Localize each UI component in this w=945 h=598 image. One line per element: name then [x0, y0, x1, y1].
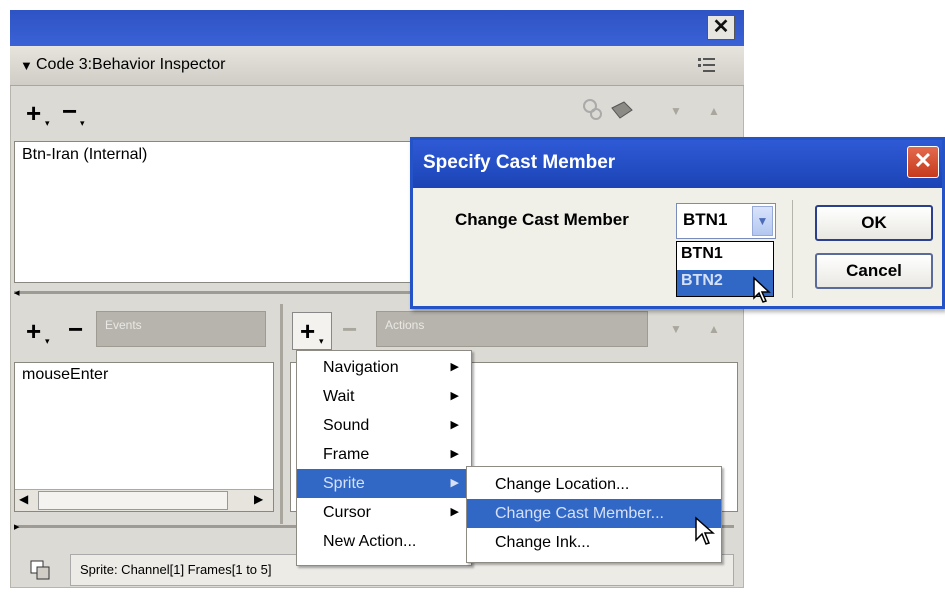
script-tools-icon[interactable]	[580, 96, 636, 126]
chevron-down-icon[interactable]: ▼	[752, 206, 773, 236]
add-behavior-dropdown-icon[interactable]: ▾	[45, 118, 50, 129]
action-move-up-icon[interactable]: ▲	[708, 322, 720, 336]
menu-item-new-action[interactable]: New Action...	[297, 527, 471, 556]
behavior-list-item[interactable]: Btn-Iran (Internal)	[22, 146, 147, 164]
window-titlebar[interactable]	[10, 10, 744, 46]
menu-item-sprite[interactable]: Sprite ▶	[297, 469, 471, 498]
inspector-title: Code 3:Behavior Inspector	[36, 56, 226, 73]
ok-button[interactable]: OK	[815, 205, 933, 241]
menu-options-icon[interactable]	[696, 54, 720, 76]
dialog-title[interactable]: Specify Cast Member	[413, 140, 942, 188]
sprite-icon[interactable]	[28, 558, 56, 584]
menu-item-wait[interactable]: Wait ▶	[297, 382, 471, 411]
move-up-icon[interactable]: ▲	[708, 104, 720, 118]
remove-behavior-icon[interactable]: −	[62, 98, 77, 124]
events-list-item[interactable]: mouseEnter	[22, 366, 108, 384]
pane-splitter[interactable]	[14, 291, 434, 294]
add-event-dropdown-icon[interactable]: ▾	[45, 336, 50, 347]
cast-member-label: Change Cast Member	[455, 210, 629, 229]
status-text: Sprite: Channel[1] Frames[1 to 5]	[80, 562, 272, 577]
submenu-item-change-ink[interactable]: Change Ink...	[467, 528, 721, 557]
submenu-arrow-icon: ▶	[450, 390, 459, 402]
submenu-arrow-icon: ▶	[450, 448, 459, 460]
add-action-icon: +	[300, 316, 316, 346]
menu-item-sound[interactable]: Sound ▶	[297, 411, 471, 440]
scroll-thumb[interactable]	[38, 491, 228, 510]
action-move-down-icon[interactable]: ▼	[670, 322, 682, 336]
dialog-close-button[interactable]: ✕	[907, 146, 939, 178]
pointer-cursor-icon	[694, 516, 718, 548]
remove-event-icon[interactable]: −	[68, 316, 83, 342]
collapse-triangle-icon[interactable]: ▼	[20, 58, 33, 73]
window-close-button[interactable]: ✕	[707, 15, 735, 40]
submenu-arrow-icon: ▶	[450, 477, 459, 489]
remove-action-icon[interactable]: −	[342, 316, 357, 342]
sprite-submenu-items: Change Location... Change Cast Member...…	[467, 470, 721, 557]
submenu-arrow-icon: ▶	[450, 361, 459, 373]
submenu-arrow-icon: ▶	[450, 506, 459, 518]
submenu-arrow-icon: ▶	[450, 419, 459, 431]
events-header: Events	[96, 311, 266, 347]
add-action-dropdown-icon: ▾	[319, 336, 324, 346]
menu-item-frame[interactable]: Frame ▶	[297, 440, 471, 469]
mouse-cursor-icon	[752, 276, 774, 304]
dialog-separator	[792, 200, 793, 298]
submenu-item-change-cast-member[interactable]: Change Cast Member...	[467, 499, 721, 528]
vertical-splitter[interactable]	[280, 304, 283, 524]
option-btn1[interactable]: BTN1	[677, 243, 773, 269]
cancel-button[interactable]: Cancel	[815, 253, 933, 289]
add-behavior-icon[interactable]: +	[26, 100, 41, 126]
remove-behavior-dropdown-icon[interactable]: ▾	[80, 118, 85, 129]
menu-item-navigation[interactable]: Navigation ▶	[297, 353, 471, 382]
splitter-arrow-icon[interactable]: ◂	[14, 286, 20, 299]
menu-item-cursor[interactable]: Cursor ▶	[297, 498, 471, 527]
submenu-item-change-location[interactable]: Change Location...	[467, 470, 721, 499]
action-menu-items: Navigation ▶ Wait ▶ Sound ▶ Frame ▶ Sprite ▶ …	[297, 353, 471, 556]
add-event-icon[interactable]: +	[26, 318, 41, 344]
scroll-left-icon[interactable]: ◀	[19, 492, 28, 506]
lower-splitter-arrow-icon[interactable]: ▸	[14, 520, 20, 533]
move-down-icon[interactable]: ▼	[670, 104, 682, 118]
scroll-right-icon[interactable]: ▶	[254, 492, 263, 506]
actions-header: Actions	[376, 311, 648, 347]
cast-member-select-value: BTN1	[683, 210, 728, 229]
